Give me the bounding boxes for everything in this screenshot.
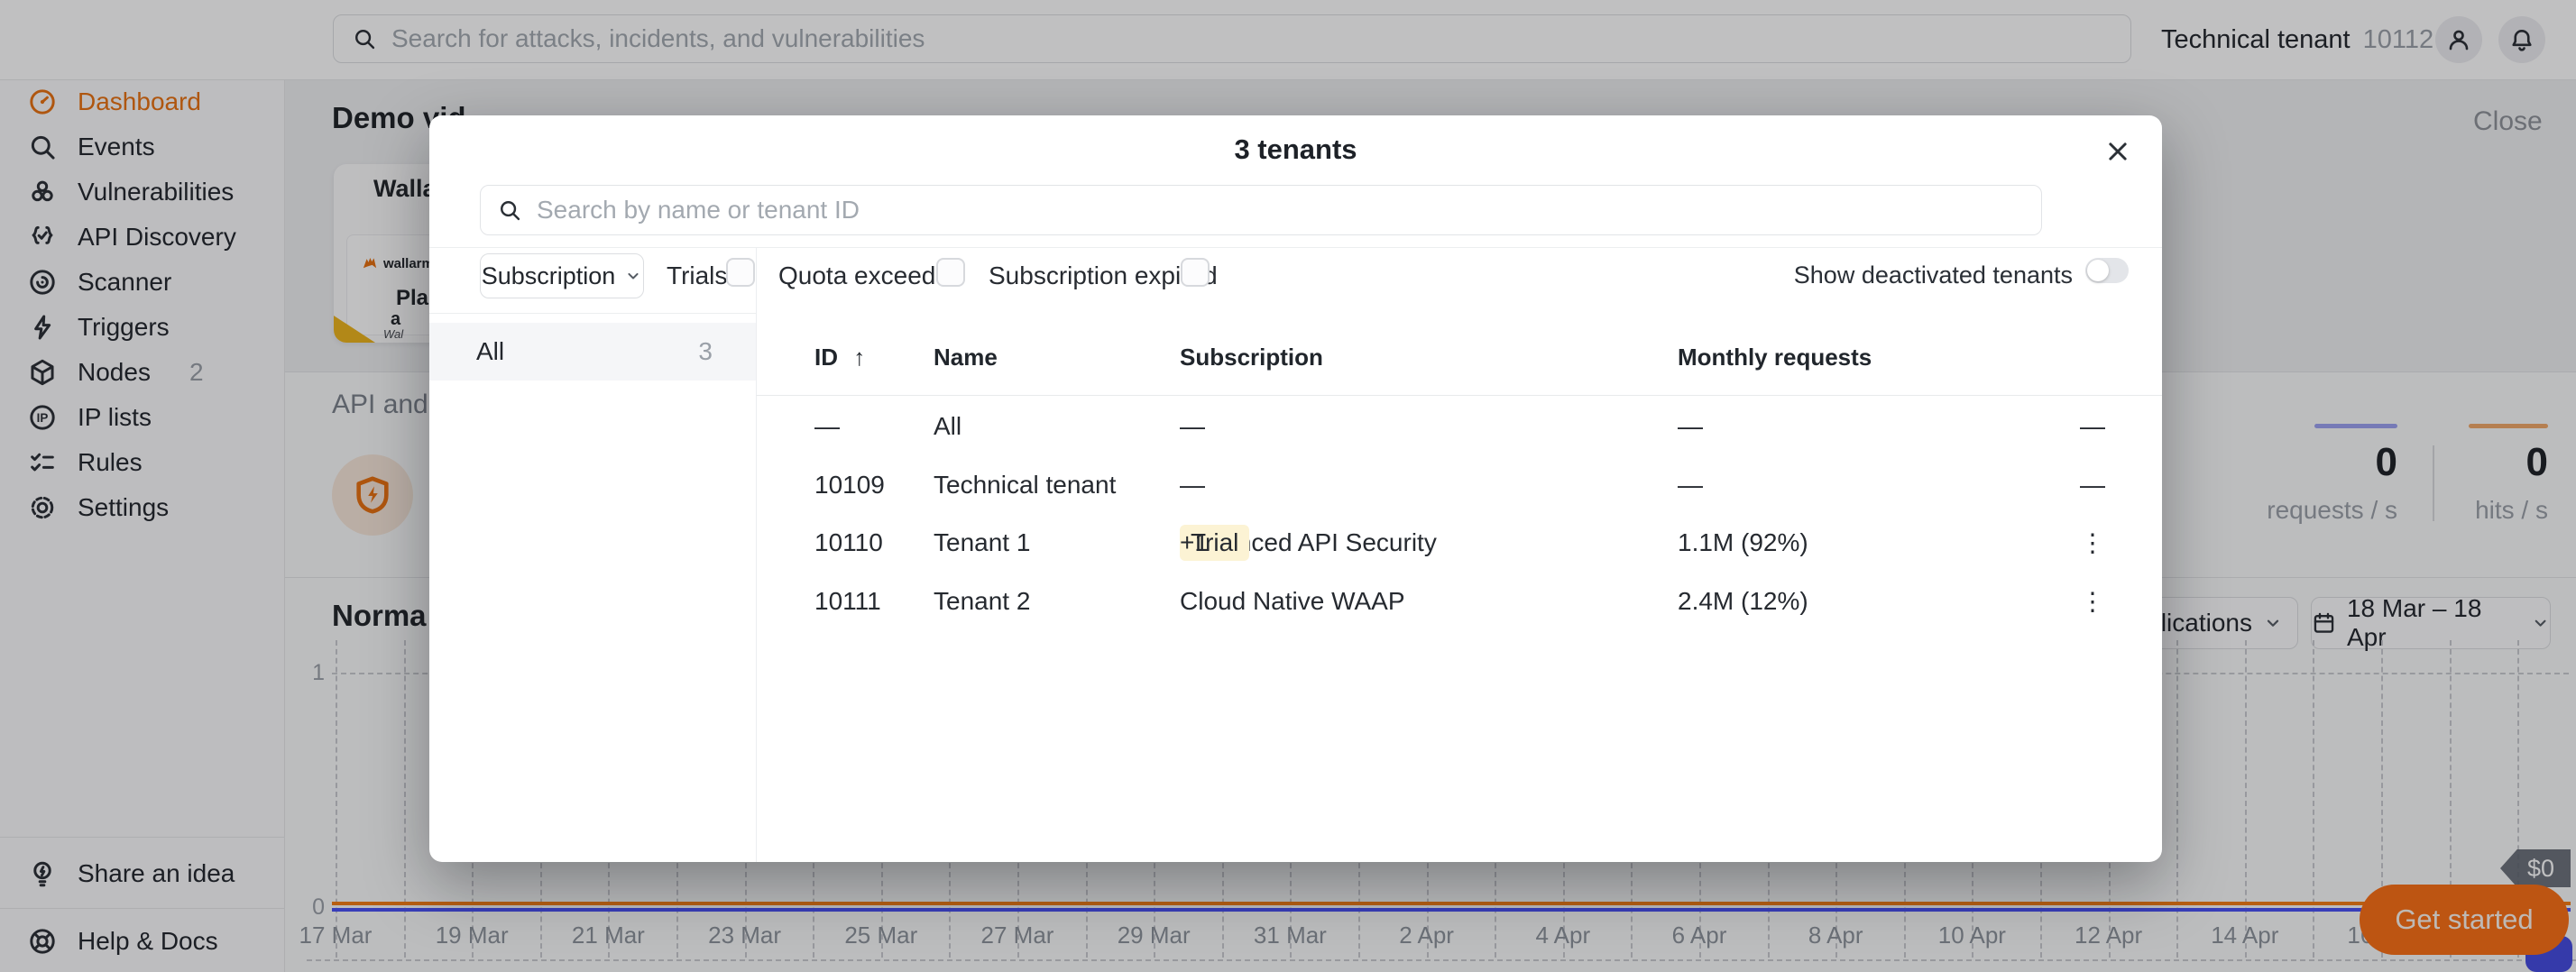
row-menu-kebab-icon[interactable]: ⋮	[2015, 528, 2105, 558]
tenants-modal: 3 tenants Subscription Trials Quota exce…	[429, 115, 2162, 862]
sort-asc-icon: ↑	[853, 344, 865, 371]
cell-subscription: Cloud Native WAAP	[1180, 587, 1405, 616]
modal-title: 3 tenants	[429, 133, 2162, 166]
app-root: wallarm Dashboard Events Vulnerabilities…	[0, 0, 2576, 972]
cell-id: 10110	[814, 528, 883, 557]
show-deactivated-label: Show deactivated tenants	[1782, 261, 2073, 289]
group-label: All	[476, 337, 504, 366]
cell-name: Tenant 2	[934, 587, 1030, 616]
subscription-expired-checkbox[interactable]	[1181, 258, 1210, 287]
cell-action: —	[2015, 471, 2105, 500]
extra-subscriptions: +1	[1180, 528, 1209, 557]
subscription-filter-label: Subscription	[482, 262, 616, 290]
cell-monthly-requests: —	[1678, 471, 1703, 500]
tenant-group-all[interactable]: All 3	[429, 323, 756, 381]
cell-name: Tenant 1	[934, 528, 1030, 557]
cell-name: Technical tenant	[934, 471, 1116, 500]
header-label: ID	[814, 344, 838, 371]
cell-monthly-requests: —	[1678, 412, 1703, 441]
close-icon	[2104, 138, 2131, 165]
cell-id: 10109	[814, 471, 885, 500]
column-header-subscription[interactable]: Subscription	[1180, 344, 1323, 371]
cell-monthly-requests: 1.1M (92%)	[1678, 528, 1808, 557]
cell-name: All	[934, 412, 961, 441]
cell-id: —	[814, 412, 840, 441]
toggle-knob	[2087, 260, 2109, 281]
search-icon	[497, 197, 522, 223]
divider	[429, 313, 756, 314]
trials-filter-label: Trials	[667, 261, 727, 290]
divider	[429, 247, 2162, 248]
chevron-down-icon	[624, 267, 642, 285]
tenant-row-all[interactable]: — All — — —	[756, 398, 2162, 455]
cell-subscription: —	[1180, 471, 1205, 500]
tenant-search-input[interactable]	[535, 195, 2041, 225]
show-deactivated-toggle[interactable]	[2085, 258, 2129, 283]
trials-checkbox[interactable]	[726, 258, 755, 287]
tenant-row-10109[interactable]: 10109 Technical tenant — — —	[756, 456, 2162, 514]
divider	[756, 395, 2162, 396]
row-menu-kebab-icon[interactable]: ⋮	[2015, 587, 2105, 617]
tenant-search[interactable]	[480, 185, 2042, 235]
cell-monthly-requests: 2.4M (12%)	[1678, 587, 1808, 616]
group-count: 3	[640, 337, 713, 366]
column-header-monthly-requests[interactable]: Monthly requests	[1678, 344, 1872, 371]
cell-subscription: —	[1180, 412, 1205, 441]
modal-close-button[interactable]	[2094, 130, 2141, 173]
cell-action: —	[2015, 412, 2105, 441]
tenant-row-10111[interactable]: 10111 Tenant 2 Cloud Native WAAP 2.4M (1…	[756, 573, 2162, 630]
subscription-filter-dropdown[interactable]: Subscription	[480, 253, 644, 298]
quota-exceeded-checkbox[interactable]	[936, 258, 965, 287]
tenant-row-10110[interactable]: 10110 Tenant 1 Advanced API Security Tri…	[756, 514, 2162, 572]
column-header-name[interactable]: Name	[934, 344, 998, 371]
cell-id: 10111	[814, 587, 881, 616]
column-header-id[interactable]: ID ↑	[814, 344, 865, 371]
